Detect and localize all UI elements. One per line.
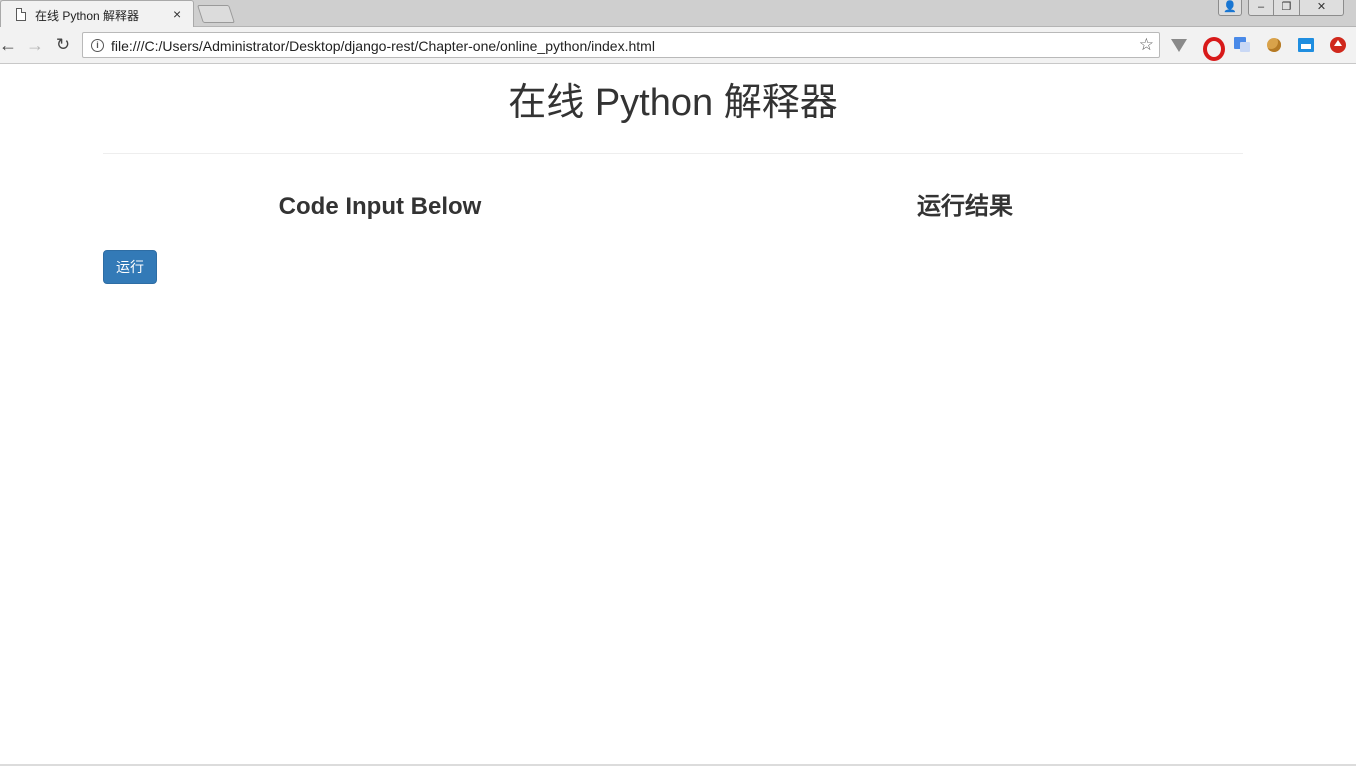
bookmark-star-icon[interactable]: ☆ xyxy=(1139,35,1154,55)
user-profile-icon[interactable]: 👤 xyxy=(1218,0,1242,16)
maximize-button[interactable]: ❐ xyxy=(1274,0,1300,16)
cookie-icon[interactable] xyxy=(1265,36,1283,54)
page-icon xyxy=(16,8,26,21)
forward-arrow-icon[interactable]: → xyxy=(24,34,46,56)
opera-icon[interactable] xyxy=(1201,36,1225,61)
browser-toolbar: ← → ↻ i file:///C:/Users/Administrator/D… xyxy=(0,27,1356,64)
upload-icon[interactable] xyxy=(1329,36,1347,54)
close-window-button[interactable]: ✕ xyxy=(1300,0,1344,16)
vpn-icon[interactable] xyxy=(1170,36,1188,54)
window-controls: 👤 – ❐ ✕ xyxy=(1218,0,1344,16)
info-icon[interactable]: i xyxy=(91,39,104,52)
code-input-heading: Code Input Below xyxy=(278,193,482,220)
new-tab-button[interactable] xyxy=(197,5,235,23)
reload-icon[interactable]: ↻ xyxy=(52,34,74,56)
browser-tab[interactable]: 在线 Python 解释器 × xyxy=(0,0,194,27)
back-arrow-icon[interactable]: ← xyxy=(0,34,19,56)
minimize-button[interactable]: – xyxy=(1248,0,1274,16)
divider xyxy=(103,153,1243,154)
tab-title: 在线 Python 解释器 xyxy=(35,9,140,23)
page-content: 在线 Python 解释器 Code Input Below 运行结果 运行 xyxy=(0,64,1356,766)
result-heading: 运行结果 xyxy=(917,193,1013,220)
run-button[interactable]: 运行 xyxy=(103,250,157,284)
url-text[interactable]: file:///C:/Users/Administrator/Desktop/d… xyxy=(111,38,655,54)
tab-close-icon[interactable]: × xyxy=(173,6,181,22)
page-title: 在线 Python 解释器 xyxy=(508,82,838,124)
google-translate-icon[interactable] xyxy=(1233,36,1251,54)
browser-titlebar: 在线 Python 解释器 × 👤 – ❐ ✕ xyxy=(0,0,1356,27)
window-icon[interactable] xyxy=(1297,36,1315,54)
address-bar[interactable]: i file:///C:/Users/Administrator/Desktop… xyxy=(82,32,1160,58)
